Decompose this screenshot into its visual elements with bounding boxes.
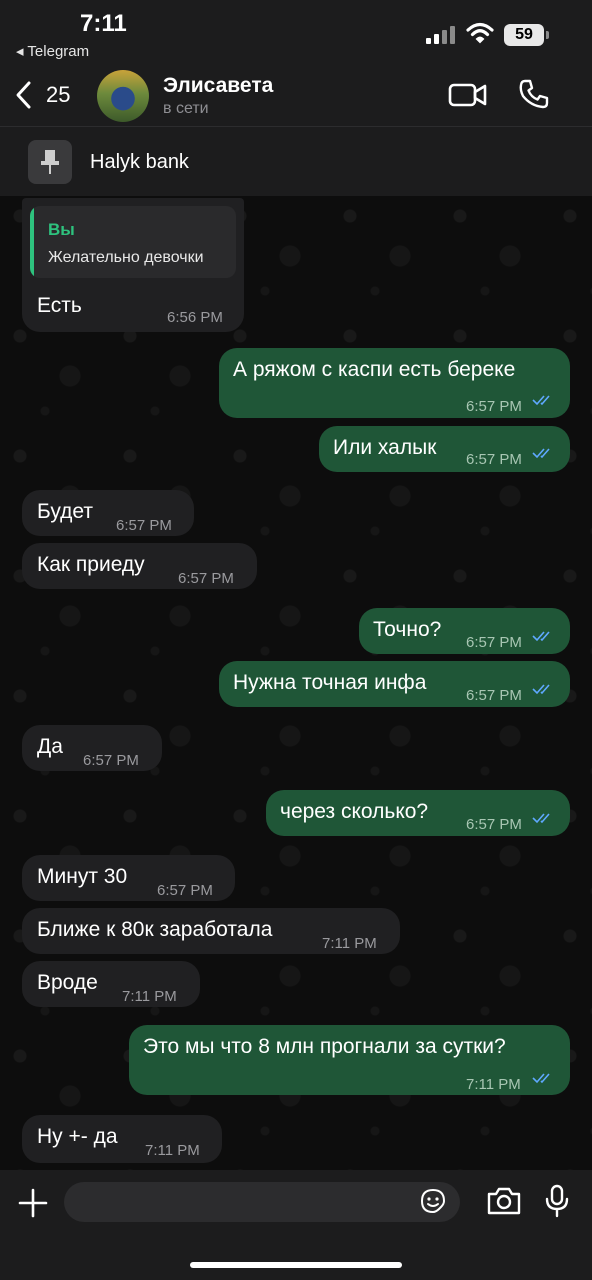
read-ticks-icon [532, 813, 550, 824]
read-ticks-icon [532, 448, 550, 459]
message-bubble-outgoing[interactable]: А ряжом с каспи есть береке 6:57 PM [219, 348, 570, 418]
message-bubble-outgoing[interactable]: Или халык 6:57 PM [319, 426, 570, 472]
signal-icon [426, 26, 458, 44]
read-ticks-icon [532, 1073, 550, 1084]
wifi-icon [466, 22, 494, 44]
message-bubble-incoming[interactable]: Как приеду 6:57 PM [22, 543, 257, 589]
status-bar: 7:11 ◂ Telegram 59 [0, 0, 592, 64]
message-time: 6:57 PM [466, 398, 522, 415]
message-bubble-outgoing[interactable]: Это мы что 8 млн прогнали за сутки? 7:11… [129, 1025, 570, 1095]
message-time: 6:57 PM [466, 451, 522, 468]
read-ticks-icon [532, 684, 550, 695]
message-text: Как приеду [37, 553, 145, 576]
message-time: 7:11 PM [145, 1142, 200, 1159]
message-bubble-incoming[interactable]: Минут 30 6:57 PM [22, 855, 235, 901]
message-time: 6:57 PM [178, 570, 234, 587]
message-text: А ряжом с каспи есть береке [233, 358, 516, 381]
message-bubble-outgoing[interactable]: Нужна точная инфа 6:57 PM [219, 661, 570, 707]
contact-status: в сети [163, 100, 209, 117]
back-button[interactable]: 25 [14, 78, 84, 112]
message-time: 7:11 PM [322, 935, 377, 952]
message-text: Ну +- да [37, 1125, 118, 1148]
message-bubble-incoming[interactable]: Будет 6:57 PM [22, 490, 194, 536]
camera-icon[interactable] [486, 1186, 522, 1216]
chevron-left-icon [16, 81, 31, 109]
back-to-app-link[interactable]: ◂ Telegram [16, 42, 89, 60]
message-bubble-incoming[interactable]: Ну +- да 7:11 PM [22, 1115, 222, 1163]
message-composer [0, 1170, 592, 1280]
message-bubble-incoming[interactable]: Ближе к 80к заработала 7:11 PM [22, 908, 400, 954]
pinned-message-text: Halyk bank [90, 151, 189, 173]
message-text: Минут 30 [37, 865, 128, 888]
message-bubble-incoming[interactable]: Вы Желательно девочки Есть 6:56 PM [22, 198, 244, 332]
message-input[interactable] [64, 1182, 460, 1222]
phone-icon[interactable] [518, 78, 550, 110]
message-time: 7:11 PM [466, 1076, 521, 1093]
message-time: 6:57 PM [466, 816, 522, 833]
message-time: 6:57 PM [466, 634, 522, 651]
message-text: Это мы что 8 млн прогнали за сутки? [143, 1035, 506, 1058]
message-bubble-incoming[interactable]: Вроде 7:11 PM [22, 961, 200, 1007]
clock: 7:11 [80, 10, 127, 37]
reply-author: Вы [48, 220, 75, 239]
unread-count: 25 [46, 82, 71, 107]
contact-name[interactable]: Элисавета [163, 74, 273, 98]
reply-text: Желательно девочки [48, 249, 204, 266]
read-ticks-icon [532, 631, 550, 642]
reply-quote[interactable]: Вы Желательно девочки [30, 206, 236, 278]
battery-cap [546, 31, 549, 39]
message-bubble-incoming[interactable]: Да 6:57 PM [22, 725, 162, 771]
message-text: Или халык [333, 436, 437, 459]
pin-icon [28, 140, 72, 184]
message-text: Ближе к 80к заработала [37, 918, 273, 941]
message-text: Есть [37, 294, 82, 317]
message-bubble-outgoing[interactable]: через сколько? 6:57 PM [266, 790, 570, 836]
message-text: Нужна точная инфа [233, 671, 427, 694]
message-time: 6:57 PM [466, 687, 522, 704]
message-text: Точно? [373, 618, 442, 641]
pinned-message-bar[interactable]: Halyk bank [0, 126, 592, 197]
message-time: 6:56 PM [167, 309, 223, 326]
message-time: 6:57 PM [116, 517, 172, 534]
avatar[interactable] [97, 70, 149, 122]
sticker-icon[interactable] [420, 1188, 446, 1214]
message-time: 6:57 PM [157, 882, 213, 899]
microphone-icon[interactable] [544, 1184, 570, 1218]
home-indicator[interactable] [190, 1262, 402, 1268]
message-text: Вроде [37, 971, 98, 994]
message-text: Да [37, 735, 63, 758]
read-ticks-icon [532, 395, 550, 406]
message-bubble-outgoing[interactable]: Точно? 6:57 PM [359, 608, 570, 654]
battery-level: 59 [504, 24, 544, 46]
chat-header: 25 Элисавета в сети [0, 64, 592, 126]
reply-accent-bar [30, 206, 34, 278]
video-call-icon[interactable] [448, 80, 488, 110]
message-text: через сколько? [280, 800, 429, 823]
message-time: 7:11 PM [122, 988, 177, 1005]
attach-plus-icon[interactable] [18, 1188, 48, 1218]
message-text: Будет [37, 500, 93, 523]
message-time: 6:57 PM [83, 752, 139, 769]
